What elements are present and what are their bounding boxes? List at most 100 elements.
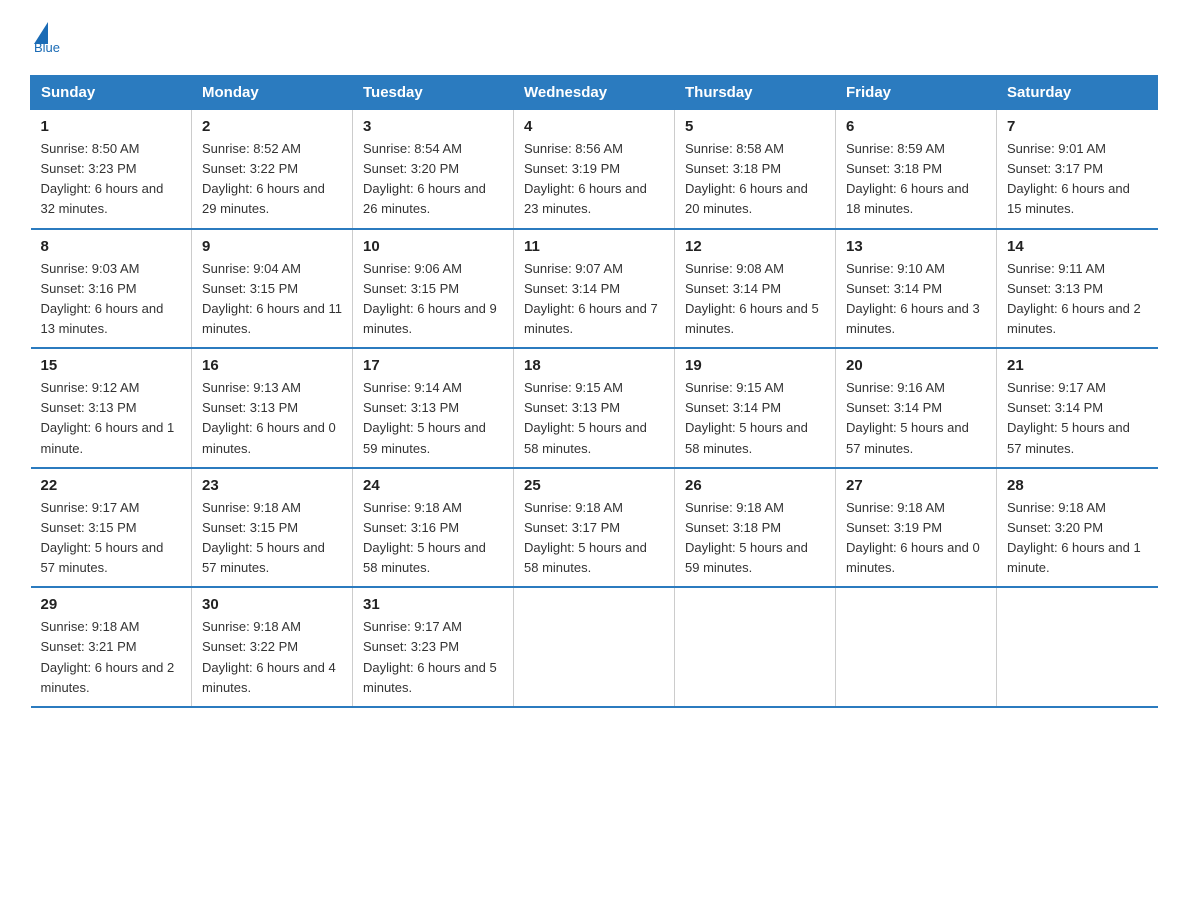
day-number: 2 [202, 118, 342, 135]
calendar-cell: 20 Sunrise: 9:16 AMSunset: 3:14 PMDaylig… [836, 348, 997, 468]
day-info: Sunrise: 9:17 AMSunset: 3:23 PMDaylight:… [363, 617, 503, 698]
day-info: Sunrise: 9:08 AMSunset: 3:14 PMDaylight:… [685, 259, 825, 340]
calendar-cell: 13 Sunrise: 9:10 AMSunset: 3:14 PMDaylig… [836, 229, 997, 349]
calendar-cell: 14 Sunrise: 9:11 AMSunset: 3:13 PMDaylig… [997, 229, 1158, 349]
day-number: 24 [363, 477, 503, 494]
day-number: 9 [202, 238, 342, 255]
calendar-cell: 25 Sunrise: 9:18 AMSunset: 3:17 PMDaylig… [514, 468, 675, 588]
day-number: 14 [1007, 238, 1148, 255]
calendar-week-1: 1 Sunrise: 8:50 AMSunset: 3:23 PMDayligh… [31, 110, 1158, 229]
day-info: Sunrise: 9:06 AMSunset: 3:15 PMDaylight:… [363, 259, 503, 340]
calendar-cell [514, 587, 675, 707]
weekday-header-monday: Monday [192, 76, 353, 110]
day-info: Sunrise: 9:10 AMSunset: 3:14 PMDaylight:… [846, 259, 986, 340]
day-number: 31 [363, 596, 503, 613]
day-number: 15 [41, 357, 182, 374]
day-info: Sunrise: 9:18 AMSunset: 3:20 PMDaylight:… [1007, 498, 1148, 579]
calendar-cell: 24 Sunrise: 9:18 AMSunset: 3:16 PMDaylig… [353, 468, 514, 588]
weekday-header-sunday: Sunday [31, 76, 192, 110]
day-number: 8 [41, 238, 182, 255]
calendar-cell: 17 Sunrise: 9:14 AMSunset: 3:13 PMDaylig… [353, 348, 514, 468]
day-info: Sunrise: 8:58 AMSunset: 3:18 PMDaylight:… [685, 139, 825, 220]
calendar-header-row: SundayMondayTuesdayWednesdayThursdayFrid… [31, 76, 1158, 110]
day-number: 4 [524, 118, 664, 135]
calendar-cell [836, 587, 997, 707]
day-number: 23 [202, 477, 342, 494]
day-info: Sunrise: 9:18 AMSunset: 3:21 PMDaylight:… [41, 617, 182, 698]
day-number: 12 [685, 238, 825, 255]
calendar-cell: 18 Sunrise: 9:15 AMSunset: 3:13 PMDaylig… [514, 348, 675, 468]
day-number: 16 [202, 357, 342, 374]
day-info: Sunrise: 8:54 AMSunset: 3:20 PMDaylight:… [363, 139, 503, 220]
day-number: 30 [202, 596, 342, 613]
calendar-cell: 9 Sunrise: 9:04 AMSunset: 3:15 PMDayligh… [192, 229, 353, 349]
calendar-week-4: 22 Sunrise: 9:17 AMSunset: 3:15 PMDaylig… [31, 468, 1158, 588]
calendar-cell: 2 Sunrise: 8:52 AMSunset: 3:22 PMDayligh… [192, 110, 353, 229]
day-number: 6 [846, 118, 986, 135]
day-number: 22 [41, 477, 182, 494]
calendar-cell: 6 Sunrise: 8:59 AMSunset: 3:18 PMDayligh… [836, 110, 997, 229]
day-number: 27 [846, 477, 986, 494]
weekday-header-wednesday: Wednesday [514, 76, 675, 110]
calendar-cell: 3 Sunrise: 8:54 AMSunset: 3:20 PMDayligh… [353, 110, 514, 229]
day-info: Sunrise: 9:07 AMSunset: 3:14 PMDaylight:… [524, 259, 664, 340]
weekday-header-thursday: Thursday [675, 76, 836, 110]
calendar-week-3: 15 Sunrise: 9:12 AMSunset: 3:13 PMDaylig… [31, 348, 1158, 468]
calendar-cell: 26 Sunrise: 9:18 AMSunset: 3:18 PMDaylig… [675, 468, 836, 588]
calendar-week-5: 29 Sunrise: 9:18 AMSunset: 3:21 PMDaylig… [31, 587, 1158, 707]
calendar-cell: 15 Sunrise: 9:12 AMSunset: 3:13 PMDaylig… [31, 348, 192, 468]
day-info: Sunrise: 8:52 AMSunset: 3:22 PMDaylight:… [202, 139, 342, 220]
day-info: Sunrise: 9:15 AMSunset: 3:14 PMDaylight:… [685, 378, 825, 459]
day-number: 21 [1007, 357, 1148, 374]
calendar-cell: 1 Sunrise: 8:50 AMSunset: 3:23 PMDayligh… [31, 110, 192, 229]
day-number: 29 [41, 596, 182, 613]
day-info: Sunrise: 9:03 AMSunset: 3:16 PMDaylight:… [41, 259, 182, 340]
calendar-cell: 21 Sunrise: 9:17 AMSunset: 3:14 PMDaylig… [997, 348, 1158, 468]
weekday-header-friday: Friday [836, 76, 997, 110]
calendar-cell: 10 Sunrise: 9:06 AMSunset: 3:15 PMDaylig… [353, 229, 514, 349]
day-info: Sunrise: 9:18 AMSunset: 3:18 PMDaylight:… [685, 498, 825, 579]
day-info: Sunrise: 9:04 AMSunset: 3:15 PMDaylight:… [202, 259, 342, 340]
day-info: Sunrise: 9:17 AMSunset: 3:14 PMDaylight:… [1007, 378, 1148, 459]
logo: Blue [30, 20, 60, 55]
calendar-cell: 7 Sunrise: 9:01 AMSunset: 3:17 PMDayligh… [997, 110, 1158, 229]
weekday-header-saturday: Saturday [997, 76, 1158, 110]
day-info: Sunrise: 9:18 AMSunset: 3:19 PMDaylight:… [846, 498, 986, 579]
calendar-cell: 23 Sunrise: 9:18 AMSunset: 3:15 PMDaylig… [192, 468, 353, 588]
calendar-cell: 22 Sunrise: 9:17 AMSunset: 3:15 PMDaylig… [31, 468, 192, 588]
day-number: 13 [846, 238, 986, 255]
day-info: Sunrise: 8:59 AMSunset: 3:18 PMDaylight:… [846, 139, 986, 220]
day-info: Sunrise: 8:56 AMSunset: 3:19 PMDaylight:… [524, 139, 664, 220]
calendar-cell: 12 Sunrise: 9:08 AMSunset: 3:14 PMDaylig… [675, 229, 836, 349]
day-number: 19 [685, 357, 825, 374]
calendar-cell: 27 Sunrise: 9:18 AMSunset: 3:19 PMDaylig… [836, 468, 997, 588]
day-info: Sunrise: 9:18 AMSunset: 3:17 PMDaylight:… [524, 498, 664, 579]
day-info: Sunrise: 9:16 AMSunset: 3:14 PMDaylight:… [846, 378, 986, 459]
day-number: 18 [524, 357, 664, 374]
day-info: Sunrise: 9:11 AMSunset: 3:13 PMDaylight:… [1007, 259, 1148, 340]
weekday-header-tuesday: Tuesday [353, 76, 514, 110]
day-info: Sunrise: 9:12 AMSunset: 3:13 PMDaylight:… [41, 378, 182, 459]
day-info: Sunrise: 9:18 AMSunset: 3:15 PMDaylight:… [202, 498, 342, 579]
calendar-week-2: 8 Sunrise: 9:03 AMSunset: 3:16 PMDayligh… [31, 229, 1158, 349]
day-number: 1 [41, 118, 182, 135]
calendar-cell [675, 587, 836, 707]
calendar-cell: 8 Sunrise: 9:03 AMSunset: 3:16 PMDayligh… [31, 229, 192, 349]
day-number: 17 [363, 357, 503, 374]
day-info: Sunrise: 9:18 AMSunset: 3:22 PMDaylight:… [202, 617, 342, 698]
day-number: 10 [363, 238, 503, 255]
day-number: 11 [524, 238, 664, 255]
page-header: Blue [30, 20, 1158, 55]
day-info: Sunrise: 9:14 AMSunset: 3:13 PMDaylight:… [363, 378, 503, 459]
calendar-cell: 16 Sunrise: 9:13 AMSunset: 3:13 PMDaylig… [192, 348, 353, 468]
day-number: 7 [1007, 118, 1148, 135]
calendar-cell [997, 587, 1158, 707]
day-number: 20 [846, 357, 986, 374]
calendar-table: SundayMondayTuesdayWednesdayThursdayFrid… [30, 75, 1158, 708]
day-info: Sunrise: 9:15 AMSunset: 3:13 PMDaylight:… [524, 378, 664, 459]
calendar-cell: 29 Sunrise: 9:18 AMSunset: 3:21 PMDaylig… [31, 587, 192, 707]
calendar-cell: 31 Sunrise: 9:17 AMSunset: 3:23 PMDaylig… [353, 587, 514, 707]
day-number: 25 [524, 477, 664, 494]
day-info: Sunrise: 9:18 AMSunset: 3:16 PMDaylight:… [363, 498, 503, 579]
day-info: Sunrise: 9:01 AMSunset: 3:17 PMDaylight:… [1007, 139, 1148, 220]
